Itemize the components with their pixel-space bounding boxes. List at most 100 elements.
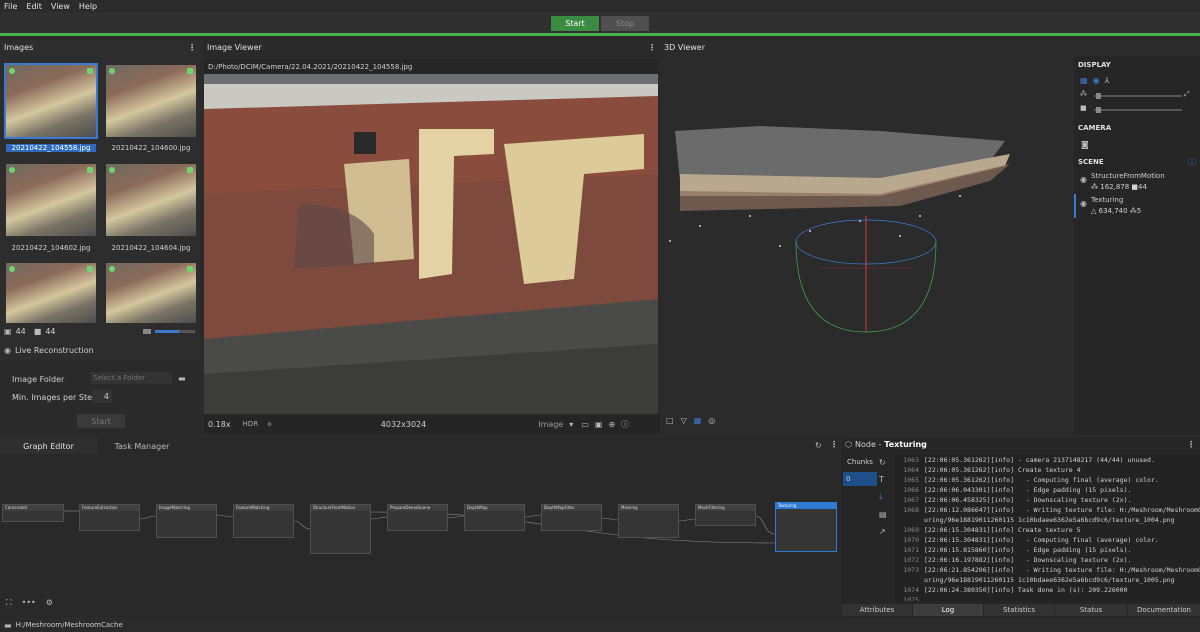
point-size-slider[interactable]: ⁂ ⤢ — [1080, 90, 1192, 99]
refresh-icon[interactable]: ↻ — [815, 441, 822, 450]
camera-scale-slider[interactable]: ■ — [1080, 104, 1192, 113]
axis-icon[interactable]: ⅄ — [1105, 76, 1110, 85]
thumbnail-size-slider[interactable] — [143, 329, 195, 334]
graph-node[interactable]: PrepareDenseScene — [387, 504, 448, 531]
min-images-value: 4 — [103, 392, 109, 401]
image-thumbnail[interactable] — [6, 263, 96, 323]
viewer-3d-toolbar: □ ▽ ▦ ◎ — [666, 416, 715, 425]
live-reconstruction-header[interactable]: ◉ Live Reconstruction — [4, 346, 94, 355]
image-preview[interactable] — [204, 74, 658, 414]
gear-icon[interactable]: ⚙ — [46, 598, 53, 608]
menu-bar: File Edit View Help — [0, 0, 1200, 12]
folder-icon[interactable]: ▬ — [178, 374, 186, 383]
view-mode-select[interactable]: Image — [538, 420, 563, 429]
thumbnail-label: 20210422_104602.jpg — [11, 244, 91, 252]
globe-icon[interactable]: ⊕ — [608, 420, 615, 429]
eye-icon[interactable]: ◉ — [1080, 199, 1087, 208]
camera-icon[interactable]: ◙ — [1081, 140, 1089, 149]
log-line: uring/96e18819011260115 1c10bdaee6362e5a… — [924, 576, 1175, 584]
graph-node[interactable]: DepthMap — [464, 504, 525, 531]
display-settings-panel: DISPLAY ▦ ◉ ⅄ ⁂ ⤢ ■ CAMERA ◙ SCENE ⓘ ◉ S… — [1074, 56, 1200, 435]
image-folder-input[interactable] — [90, 372, 172, 384]
hdr-label[interactable]: HDR — [243, 420, 259, 428]
image-icon[interactable]: ▣ — [595, 420, 603, 429]
image-thumbnail[interactable] — [106, 164, 196, 236]
menu-help[interactable]: Help — [79, 2, 97, 11]
graph-node[interactable]: ImageMatching — [156, 504, 217, 538]
more-options-icon[interactable]: ⋮ — [188, 43, 196, 52]
tab-status[interactable]: Status — [1055, 604, 1127, 616]
eye-icon[interactable]: ◉ — [1080, 175, 1087, 184]
scene-item[interactable]: ◉ Texturing △ 634,740 ⁂5 — [1074, 194, 1200, 218]
start-button[interactable]: Start — [551, 15, 599, 31]
graph-node[interactable]: Meshing — [618, 504, 679, 538]
chevron-down-icon[interactable]: ▾ — [569, 420, 573, 429]
graph-node[interactable]: FeatureMatching — [233, 504, 294, 538]
tab-log[interactable]: Log — [913, 604, 983, 616]
fit-view-icon[interactable]: ⛶ — [6, 598, 12, 608]
texture-count: 5 — [1136, 207, 1142, 215]
gizmo-icon[interactable]: ◉ — [1093, 76, 1100, 85]
live-start-button[interactable]: Start — [77, 414, 125, 428]
display-section-title: DISPLAY — [1078, 61, 1111, 69]
square-icon[interactable]: □ — [666, 416, 674, 425]
triangle-icon[interactable]: ▽ — [681, 416, 687, 425]
metadata-icon[interactable]: ▭ — [581, 420, 589, 429]
more-options-icon[interactable]: ⋮ — [1187, 440, 1195, 449]
tab-statistics[interactable]: Statistics — [984, 604, 1054, 616]
log-view[interactable]: 1063 [22:06:05.361262][info] - camera 213… — [895, 455, 1200, 601]
scroll-bottom-icon[interactable]: ⤓ — [879, 492, 887, 502]
scene-section-title: SCENE — [1078, 158, 1104, 166]
color-picker-icon[interactable]: ✧ — [266, 420, 273, 429]
info-icon[interactable]: ⓘ — [621, 419, 629, 430]
graph-node[interactable]: MeshFiltering — [695, 504, 756, 526]
min-images-spinbox[interactable]: 4 — [92, 390, 112, 403]
node-name: Texturing — [884, 440, 927, 449]
graph-editor-panel: Graph Editor Task Manager ↻ ⋮ CameraInit… — [0, 438, 840, 618]
progress-bar — [0, 33, 1200, 36]
graph-node-title: Texturing — [776, 503, 836, 509]
image-thumbnail[interactable] — [4, 63, 98, 139]
graph-node[interactable]: CameraInit — [2, 504, 64, 522]
graph-node[interactable]: StructureFromMotion — [310, 504, 371, 554]
clipboard-icon[interactable]: ▤ — [879, 510, 887, 519]
more-options-icon[interactable]: ⋮ — [830, 440, 838, 449]
tab-task-manager[interactable]: Task Manager — [97, 438, 187, 454]
refresh-icon[interactable]: ↻ — [879, 458, 887, 467]
stop-button[interactable]: Stop — [601, 15, 649, 31]
menu-edit[interactable]: Edit — [26, 2, 42, 11]
log-line: 1065 [22:06:05.361262][info] - Computing … — [903, 476, 1159, 484]
grid-icon[interactable]: ▦ — [1080, 76, 1088, 85]
sphere-icon[interactable]: ◎ — [708, 416, 715, 425]
chunk-item[interactable]: 0 — [843, 472, 877, 486]
scene-item[interactable]: ◉ StructureFromMotion ⁂ 162,878 ■44 — [1074, 170, 1200, 194]
open-external-icon[interactable]: ↗ — [879, 527, 887, 536]
cache-path: H:/Meshroom/MeshroomCache — [15, 621, 123, 629]
text-icon[interactable]: T — [879, 475, 887, 484]
graph-node-selected[interactable]: Texturing — [775, 502, 837, 552]
more-icon[interactable]: ••• — [22, 598, 36, 608]
point-cloud-view[interactable] — [660, 56, 1074, 414]
log-line: 1073 [22:06:21.854206][info] - Writing te… — [903, 566, 1200, 574]
tab-documentation[interactable]: Documentation — [1128, 604, 1200, 616]
chunks-label: Chunks — [847, 458, 873, 466]
info-icon[interactable]: ⓘ — [1188, 157, 1196, 168]
checkerboard-icon[interactable]: ▦ — [694, 416, 702, 425]
scene-item-name: StructureFromMotion — [1091, 172, 1165, 180]
graph-node[interactable]: DepthMapFilter — [541, 504, 602, 531]
menu-view[interactable]: View — [51, 2, 70, 11]
image-thumbnail[interactable] — [106, 65, 196, 137]
tab-attributes[interactable]: Attributes — [842, 604, 912, 616]
folder-icon: ▬ — [4, 620, 12, 630]
graph-node[interactable]: FeatureExtraction — [79, 504, 140, 531]
image-count-row: ▣ 44 ■ 44 — [4, 327, 56, 336]
menu-file[interactable]: File — [4, 2, 17, 11]
display-mode-icons: ▦ ◉ ⅄ — [1080, 76, 1109, 85]
more-options-icon[interactable]: ⋮ — [648, 43, 656, 52]
image-thumbnail[interactable] — [6, 164, 96, 236]
image-thumbnail[interactable] — [106, 263, 196, 323]
tab-graph-editor[interactable]: Graph Editor — [0, 438, 97, 454]
log-line: 1064 [22:06:05.361262][info] Create textu… — [903, 466, 1081, 474]
image-path: D:/Photo/DCIM/Camera/22.04.2021/20210422… — [204, 59, 659, 74]
image-folder-label: Image Folder — [12, 375, 65, 384]
